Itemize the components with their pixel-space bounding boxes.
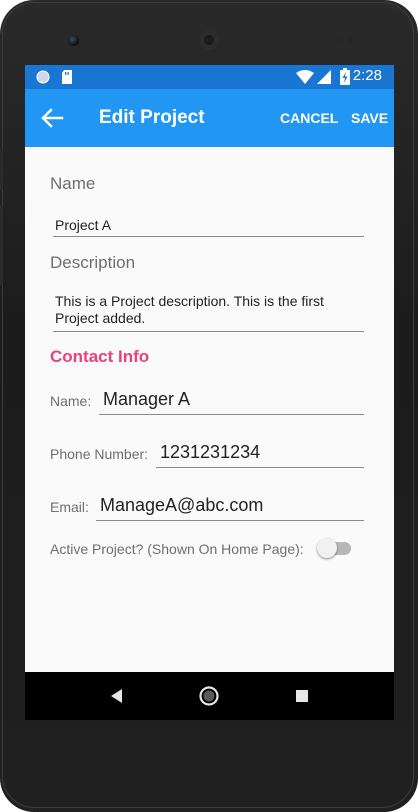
app-bar: Edit Project CANCEL SAVE: [25, 89, 394, 147]
device-volume-button: [0, 205, 3, 285]
phone-number-underline: [156, 467, 364, 468]
navigation-bar: [25, 672, 394, 720]
recents-square-icon[interactable]: [290, 684, 314, 708]
clock-text: 2:28: [352, 67, 382, 84]
battery-charging-icon: [340, 68, 350, 85]
contact-name-input[interactable]: Manager A: [103, 389, 190, 410]
toggle-thumb: [317, 538, 337, 558]
email-input[interactable]: ManageA@abc.com: [100, 495, 263, 516]
notification-dot-icon: [36, 70, 50, 84]
project-name-input[interactable]: Project A: [55, 217, 111, 233]
description-line-1: This is a Project description. This is t…: [55, 293, 324, 309]
light-sensor: [348, 37, 354, 43]
description-label: Description: [50, 253, 136, 272]
proximity-sensor: [336, 37, 342, 43]
home-circle-icon[interactable]: [197, 684, 221, 708]
signal-icon: [317, 70, 331, 84]
save-button[interactable]: SAVE: [351, 110, 388, 126]
contact-name-underline: [99, 414, 364, 415]
phone-number-label: Phone Number:: [50, 446, 149, 462]
front-camera: [68, 35, 79, 46]
back-triangle-icon[interactable]: [105, 684, 129, 708]
wifi-icon: [296, 70, 314, 84]
email-underline: [96, 520, 364, 521]
phone-number-input[interactable]: 1231231234: [160, 442, 260, 463]
back-arrow-icon[interactable]: [37, 103, 67, 133]
description-underline: [53, 331, 364, 332]
project-name-underline: [53, 236, 364, 237]
device-side-button: [0, 148, 3, 190]
description-input[interactable]: This is a Project description. This is t…: [55, 293, 365, 329]
page-title: Edit Project: [99, 107, 205, 128]
active-project-toggle[interactable]: [317, 537, 351, 559]
sd-card-icon: [62, 70, 72, 84]
description-line-2: Project added.: [55, 310, 146, 326]
earpiece-speaker: [199, 30, 219, 50]
name-label: Name: [50, 174, 96, 193]
active-project-label: Active Project? (Shown On Home Page):: [50, 541, 304, 557]
device-frame: 2:28 Edit Project CANCEL SAVE Name Proje…: [0, 0, 418, 812]
contact-name-label: Name:: [50, 393, 92, 409]
status-bar: 2:28: [25, 65, 394, 89]
cancel-button[interactable]: CANCEL: [280, 110, 338, 126]
contact-info-heading: Contact Info: [50, 347, 150, 366]
screen: 2:28 Edit Project CANCEL SAVE Name Proje…: [25, 65, 394, 720]
email-label: Email:: [50, 499, 89, 515]
